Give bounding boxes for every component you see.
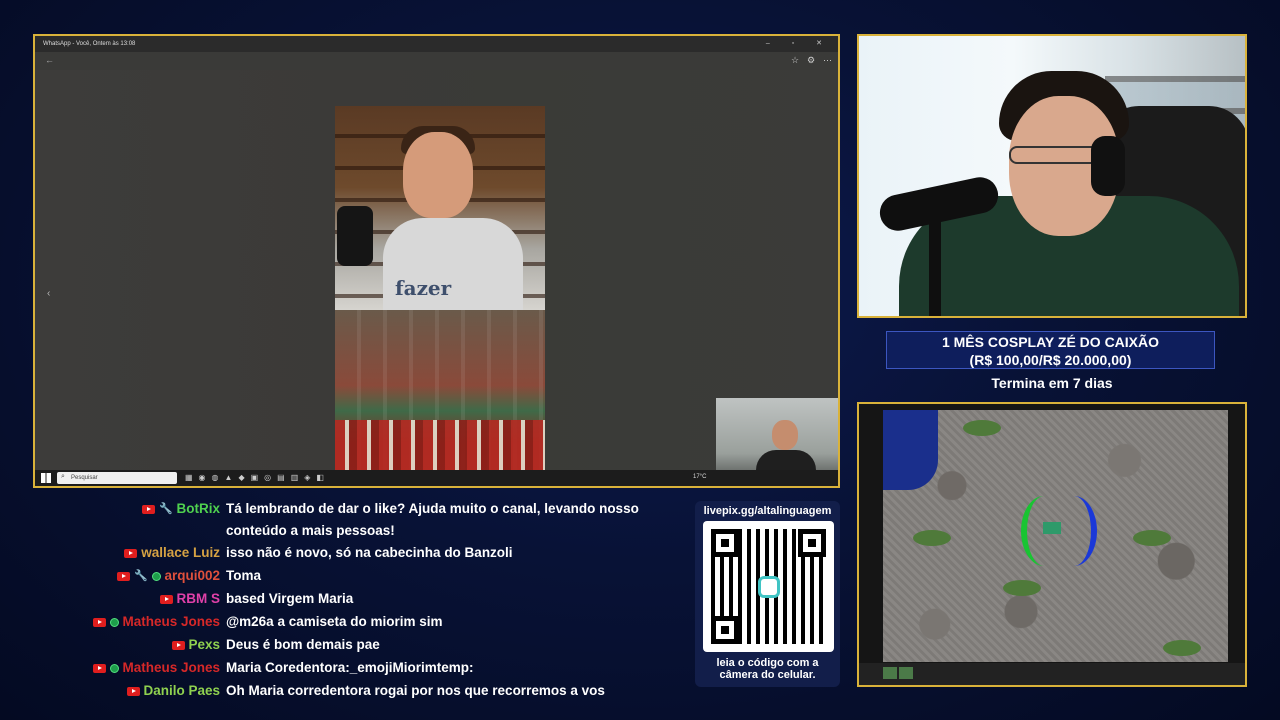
chat-text: Deus é bom demais pae xyxy=(226,637,380,652)
chat-text: Toma xyxy=(226,568,262,583)
qr-instructions: leia o código com a câmera do celular. xyxy=(695,657,840,681)
chat-username: RBM S xyxy=(176,591,221,606)
windows-taskbar: Pesquisar ⌕ ▦◉◍▲◆▣◎▤▥◈◧ 17°C xyxy=(35,470,838,486)
chat-username: Pexs xyxy=(188,637,220,652)
youtube-icon xyxy=(126,686,140,696)
thumbnail[interactable] xyxy=(195,486,213,488)
chat-text: @m26a a camiseta do miorim sim xyxy=(226,614,443,629)
donation-goal: 1 MÊS COSPLAY ZÉ DO CAIXÃO (R$ 100,00/R$… xyxy=(886,331,1215,369)
thumbnail[interactable] xyxy=(63,486,81,488)
chat-username: Danilo Paes xyxy=(143,683,220,698)
youtube-icon xyxy=(92,617,106,627)
star-icon[interactable]: ☆ xyxy=(791,55,799,66)
search-icon: ⌕ xyxy=(61,473,65,480)
thumbnail[interactable] xyxy=(327,486,345,488)
thumbnail[interactable] xyxy=(173,486,191,488)
wrench-icon: 🔧 xyxy=(134,570,148,583)
chat-text: Oh Maria corredentora rogai por nos que … xyxy=(226,683,605,698)
youtube-icon xyxy=(142,504,156,514)
game-map xyxy=(883,410,1228,662)
window-controls[interactable]: – ▫ ✕ xyxy=(766,39,832,47)
previous-arrow-icon[interactable]: ‹ xyxy=(47,288,50,299)
chat-text: Tá lembrando de dar o like? Ajuda muito … xyxy=(226,501,639,538)
thumbnail[interactable] xyxy=(349,486,367,488)
livepix-logo-icon xyxy=(758,576,780,598)
screen-capture: WhatsApp - Você, Ontem às 13:08 – ▫ ✕ ← … xyxy=(33,34,840,488)
chat-username: Matheus Jones xyxy=(122,614,220,629)
thumbnail-strip xyxy=(41,486,461,488)
chat-username: BotRix xyxy=(176,501,221,516)
chat-text: isso não é novo, só na cabecinha do Banz… xyxy=(226,545,513,560)
video-caption: fazer xyxy=(395,276,452,300)
member-badge-icon xyxy=(109,663,119,673)
youtube-icon xyxy=(117,571,130,581)
chat-text: based Virgem Maria xyxy=(226,591,354,606)
chat-text: Maria Coredentora:_emojiMiorimtemp: xyxy=(226,660,474,675)
chat-username: Matheus Jones xyxy=(122,660,220,675)
goal-amount: (R$ 100,00/R$ 20.000,00) xyxy=(969,352,1132,368)
taskbar-search-input[interactable]: Pesquisar xyxy=(57,472,177,484)
youtube-icon xyxy=(124,548,138,558)
wrench-icon: 🔧 xyxy=(159,503,173,516)
goal-title: 1 MÊS COSPLAY ZÉ DO CAIXÃO xyxy=(941,334,1160,350)
player-character xyxy=(1043,522,1061,534)
game-feed xyxy=(857,402,1247,687)
youtube-icon xyxy=(92,663,106,673)
thumbnail[interactable] xyxy=(305,486,323,488)
thumbnail[interactable] xyxy=(283,486,301,488)
chat-username: arqui002 xyxy=(164,568,220,583)
thumbnail[interactable] xyxy=(239,486,257,488)
qr-instructions-line1: leia o código com a xyxy=(716,657,819,669)
weather-temperature: 17°C xyxy=(693,474,707,480)
game-hotbar xyxy=(859,663,1245,685)
qr-url: livepix.gg/altalinguagem xyxy=(703,505,832,517)
settings-icon[interactable]: ⚙ xyxy=(807,55,815,66)
webcam-feed xyxy=(857,34,1247,318)
qr-code xyxy=(703,521,834,652)
viewer-toolbar: ← ☆ ⚙ ⋯ xyxy=(35,52,838,70)
thumbnail[interactable] xyxy=(261,486,279,488)
thumbnail[interactable] xyxy=(217,486,235,488)
video-frame-bottom xyxy=(335,310,545,478)
taskbar-apps[interactable]: ▦◉◍▲◆▣◎▤▥◈◧ xyxy=(185,473,330,482)
thumbnail[interactable] xyxy=(41,486,59,488)
thumbnail[interactable] xyxy=(371,486,389,488)
more-icon[interactable]: ⋯ xyxy=(823,55,832,66)
window-title: WhatsApp - Você, Ontem às 13:08 xyxy=(43,41,136,47)
qr-instructions-line2: câmera do celular. xyxy=(719,669,816,681)
chat-username: wallace Luiz xyxy=(141,545,220,560)
back-arrow-icon[interactable]: ← xyxy=(45,55,54,65)
member-badge-icon xyxy=(109,617,119,627)
window-titlebar: WhatsApp - Você, Ontem às 13:08 – ▫ ✕ xyxy=(35,36,838,52)
thumbnail[interactable] xyxy=(415,486,433,488)
goal-ends: Termina em 7 dias xyxy=(991,375,1113,391)
windows-start-icon[interactable] xyxy=(41,473,51,483)
thumbnail[interactable] xyxy=(151,486,169,488)
thumbnail[interactable] xyxy=(85,486,103,488)
donation-qr-panel: livepix.gg/altalinguagem leia o código c… xyxy=(695,501,840,687)
thumbnail[interactable] xyxy=(393,486,411,488)
thumbnail[interactable] xyxy=(107,486,125,488)
thumbnail[interactable] xyxy=(129,486,147,488)
member-badge-icon xyxy=(151,571,161,581)
youtube-icon xyxy=(171,640,185,650)
video-frame-top: fazer xyxy=(335,106,545,310)
youtube-icon xyxy=(159,594,173,604)
